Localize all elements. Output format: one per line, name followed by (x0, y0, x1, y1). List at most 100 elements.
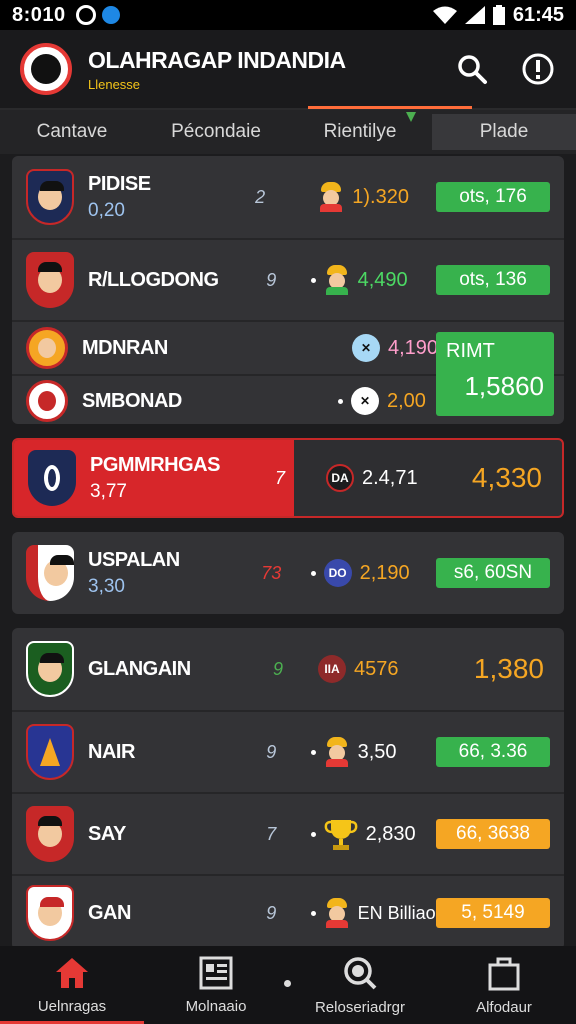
team-value: 2,830 (365, 822, 416, 845)
team-name: GAN (88, 901, 131, 924)
team-row[interactable]: USPALAN 3,30 73 DO 2,190 s6, 60SN (12, 532, 564, 614)
team-row[interactable]: GAN 9 EN Billiao 5, 5149 (12, 874, 564, 950)
team-value: 2,00 (387, 389, 426, 412)
team-name: USPALAN (88, 548, 180, 571)
team-badge-icon (26, 806, 74, 862)
team-name: PGMMRHGAS (90, 453, 220, 476)
match-group[interactable]: MDNRAN ✕ 4,190 SMBONAD ✕ 2,00 RIMT 1,5860 (12, 320, 564, 424)
team-count: 9 (272, 658, 283, 679)
battery-icon (492, 5, 505, 25)
ball-icon: DA (326, 464, 354, 492)
app-header: OLAHRAGAP INDANDIA Llenesse (0, 30, 576, 108)
magnifier-icon (344, 956, 377, 989)
nav-label: Alfodaur (476, 998, 532, 1016)
ball-icon: IIA (318, 655, 346, 683)
points-pill[interactable]: 5, 5149 (436, 898, 550, 928)
nav-home[interactable]: Uelnragas (0, 946, 144, 1024)
trophy-icon (324, 820, 357, 850)
team-badge-icon (26, 641, 74, 697)
team-count: 7 (274, 467, 285, 488)
nav-label: Reloseriadrgr (314, 998, 406, 1016)
bag-icon (488, 957, 520, 990)
points-pill[interactable]: 66, 3638 (436, 819, 550, 849)
player-icon (318, 182, 344, 212)
team-badge-icon (26, 724, 74, 780)
combined-points-box[interactable]: RIMT 1,5860 (436, 332, 554, 416)
ball-icon: DO (323, 559, 352, 587)
team-value: 1).320 (352, 185, 409, 208)
highlight-card[interactable]: PGMMRHGAS 3,77 7 DA 2.4,71 4,330 (12, 438, 564, 518)
team-row[interactable]: PGMMRHGAS 3,77 7 DA 2.4,71 4,330 (14, 440, 562, 516)
team-badge-icon (26, 252, 74, 308)
ball-icon: ✕ (352, 334, 380, 362)
combined-value: 1,5860 (464, 371, 544, 401)
team-card: PIDISE 0,20 2 1).320 ots, 176 R/LLOGDONG … (12, 156, 564, 424)
team-count: 73 (261, 562, 282, 583)
team-value: 2.4,71 (362, 466, 418, 489)
nav-search[interactable]: Reloseriadrgr (288, 946, 432, 1024)
player-icon (324, 265, 350, 295)
combined-label: RIMT (446, 340, 495, 362)
status-bar: 8:010 61:45 (0, 0, 576, 30)
player-icon (324, 737, 350, 767)
team-value: 2,190 (359, 561, 410, 584)
standings-list: PIDISE 0,20 2 1).320 ots, 176 R/LLOGDONG … (12, 154, 564, 950)
team-value: EN Billiao (357, 902, 436, 923)
team-count: 9 (266, 269, 277, 290)
team-score: 3,77 (90, 480, 127, 502)
team-badge-icon (26, 545, 74, 601)
team-value: 4,490 (357, 268, 408, 291)
team-row[interactable]: R/LLOGDONG 9 4,490 ots, 136 (12, 238, 564, 320)
big-points: 1,380 (473, 653, 544, 684)
nav-profile[interactable]: Alfodaur (432, 946, 576, 1024)
status-time: 8:010 (12, 3, 66, 26)
team-badge-icon (26, 327, 68, 369)
nav-news[interactable]: Molnaaio (144, 946, 288, 1024)
team-value: 4,190 (388, 336, 439, 359)
team-value: 4576 (354, 657, 399, 680)
ball-icon: ✕ (351, 387, 379, 415)
team-card: GLANGAIN 9 IIA 4576 1,380 NAIR 9 3,50 66,… (12, 628, 564, 950)
tab-label: Rientilye (323, 121, 397, 142)
tab-pecondaie[interactable]: Pécondaie (144, 110, 288, 154)
team-score: 3,30 (88, 575, 125, 597)
team-score: 0,20 (88, 199, 125, 221)
active-marker-icon (406, 112, 416, 122)
bottom-nav: Uelnragas Molnaaio Reloseriadrgr Alfodau… (0, 946, 576, 1024)
team-badge-icon (28, 450, 76, 506)
team-badge-icon (26, 380, 68, 422)
team-count: 7 (266, 823, 277, 844)
tab-cantave[interactable]: Cantave (0, 110, 144, 154)
player-icon (324, 898, 350, 928)
team-row[interactable]: SAY 7 2,830 66, 3638 (12, 792, 564, 874)
team-name: SMBONAD (82, 389, 182, 412)
home-icon (56, 957, 88, 988)
points-pill[interactable]: ots, 136 (436, 265, 550, 295)
team-name: R/LLOGDONG (88, 268, 219, 291)
search-icon (458, 55, 487, 84)
alert-icon (522, 53, 554, 85)
alert-button[interactable] (520, 51, 556, 87)
app-logo (20, 43, 72, 95)
points-pill[interactable]: ots, 176 (436, 182, 550, 212)
team-count: 2 (255, 186, 266, 207)
team-badge-icon (26, 885, 74, 941)
points-pill[interactable]: s6, 60SN (436, 558, 550, 588)
team-row[interactable]: NAIR 9 3,50 66, 3.36 (12, 710, 564, 792)
team-row[interactable]: PIDISE 0,20 2 1).320 ots, 176 (12, 156, 564, 238)
team-count: 9 (266, 902, 277, 923)
news-icon (199, 956, 233, 989)
tab-plade[interactable]: Plade (432, 114, 576, 150)
sync-icon (75, 5, 96, 25)
team-name: MDNRAN (82, 336, 168, 359)
team-row[interactable]: GLANGAIN 9 IIA 4576 1,380 (12, 628, 564, 710)
notification-icon (101, 6, 120, 24)
team-name: SAY (88, 822, 126, 845)
wifi-icon (432, 6, 457, 24)
team-name: NAIR (88, 740, 135, 763)
points-pill[interactable]: 66, 3.36 (436, 737, 550, 767)
search-button[interactable] (454, 51, 490, 87)
team-value: 3,50 (357, 740, 397, 763)
tab-rientilye[interactable]: Rientilye (288, 106, 472, 154)
big-points: 4,330 (471, 462, 542, 493)
